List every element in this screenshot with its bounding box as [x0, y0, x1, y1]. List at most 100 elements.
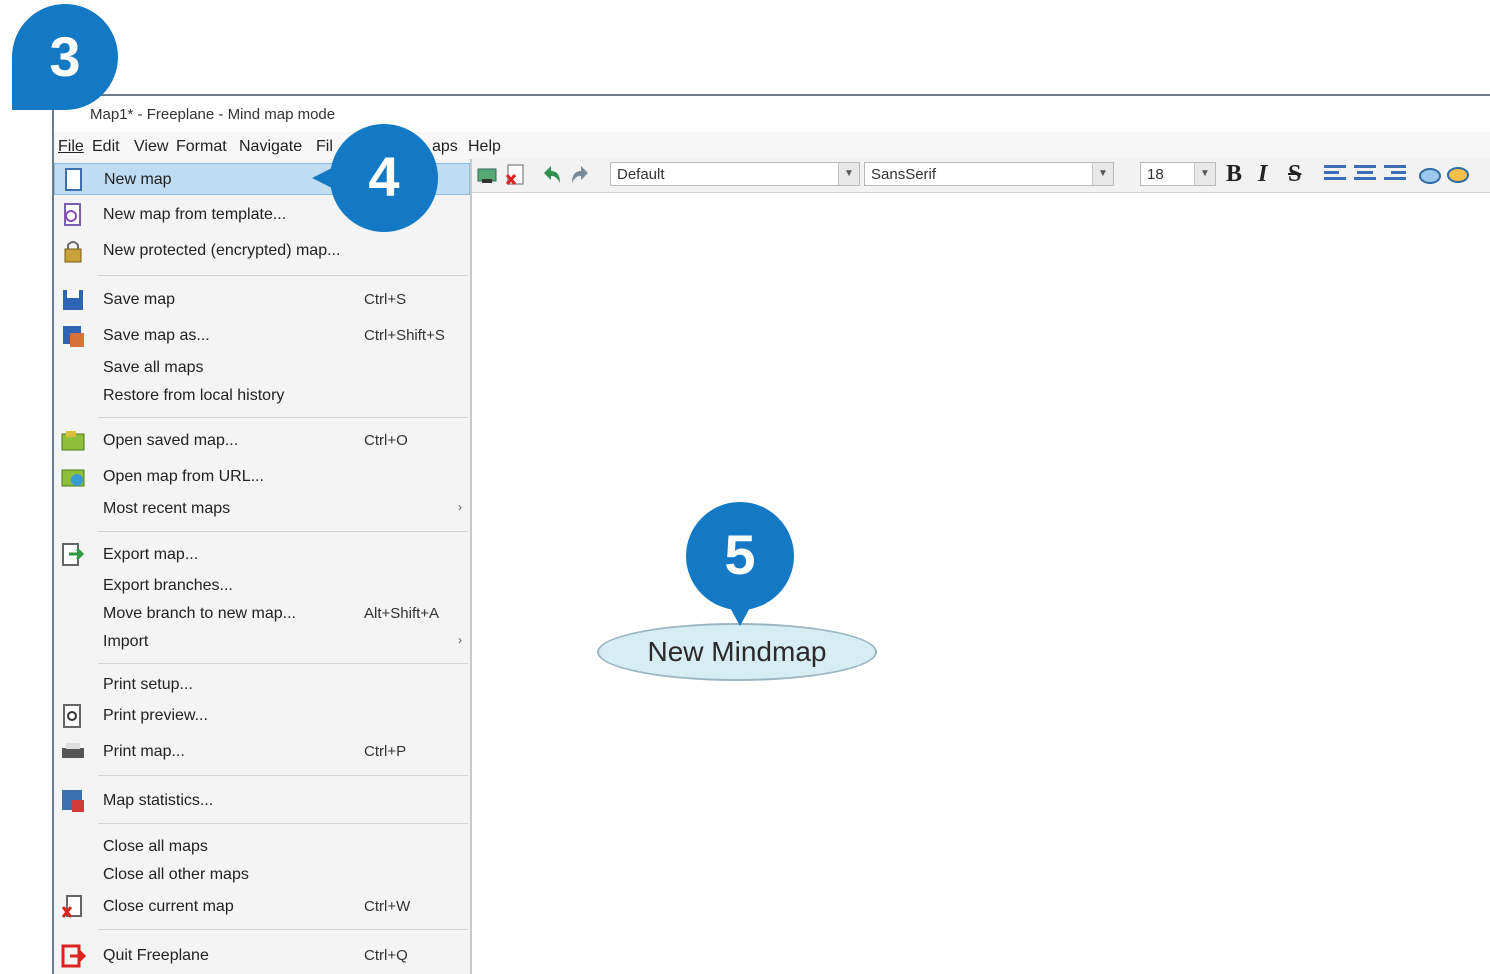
menu-item-label: Close all other maps	[103, 866, 249, 883]
menu-item-label: Print map...	[103, 743, 185, 760]
callout-pointer	[312, 166, 336, 190]
submenu-arrow-icon: ›	[458, 500, 462, 514]
menu-item-import[interactable]: Import ›	[54, 626, 470, 658]
menu-item-print-map[interactable]: Print map... Ctrl+P	[54, 736, 470, 768]
save-icon	[60, 287, 86, 313]
menu-format[interactable]: Format	[176, 138, 227, 156]
menu-item-label: New map from template...	[103, 206, 287, 223]
menu-item-shortcut: Ctrl+Shift+S	[364, 327, 445, 344]
menu-item-export-map[interactable]: Export map...	[54, 539, 470, 571]
font-size-combo[interactable]: 18 ▼	[1140, 162, 1216, 186]
menu-item-label: Move branch to new map...	[103, 605, 296, 622]
callout-number: 3	[49, 25, 81, 88]
menu-separator	[98, 775, 468, 776]
menu-item-print-preview[interactable]: Print preview...	[54, 700, 470, 732]
save-map-icon[interactable]	[476, 163, 500, 187]
menu-item-close-all-other-maps[interactable]: Close all other maps	[54, 859, 470, 891]
file-menu-dropdown: New map New map from template... New pro…	[54, 159, 472, 974]
title-bar: Map1* - Freeplane - Mind map mode	[54, 96, 1490, 132]
align-center-icon[interactable]	[1354, 165, 1376, 185]
menu-item-label: Restore from local history	[103, 387, 285, 404]
menu-item-open-map-from-url[interactable]: Open map from URL...	[54, 461, 470, 493]
open-url-icon	[60, 464, 86, 490]
menu-item-label: Quit Freeplane	[103, 947, 209, 964]
menu-item-label: Import	[103, 633, 149, 650]
menu-item-shortcut: Ctrl+O	[364, 432, 408, 449]
menu-maps[interactable]: aps	[432, 138, 458, 156]
menu-item-label: Close all maps	[103, 838, 208, 855]
menu-item-save-map[interactable]: Save map Ctrl+S	[54, 284, 470, 316]
menu-item-map-statistics[interactable]: Map statistics...	[54, 785, 470, 817]
close-map-icon[interactable]	[504, 163, 528, 187]
chevron-down-icon: ▼	[1194, 163, 1215, 185]
menu-item-quit-freeplane[interactable]: Quit Freeplane Ctrl+Q	[54, 940, 470, 972]
menu-item-shortcut: Ctrl+W	[364, 898, 411, 915]
toolbar: Default ▼ SansSerif ▼ 18 ▼ B I S	[472, 158, 1490, 193]
menu-item-label: Most recent maps	[103, 500, 231, 517]
printer-icon	[60, 739, 86, 765]
menu-item-label: Save map	[103, 291, 176, 308]
step-callout-3: 3	[12, 4, 118, 110]
menu-item-label: Map statistics...	[103, 792, 214, 809]
menu-item-label: Open saved map...	[103, 432, 239, 449]
lock-icon	[60, 238, 86, 264]
menu-separator	[98, 275, 468, 276]
strikethrough-button[interactable]: S	[1288, 161, 1301, 188]
menu-bar: File Edit View Format Navigate Fil aps H…	[54, 132, 1490, 161]
cloud-icon[interactable]	[1418, 163, 1442, 187]
save-as-icon	[60, 323, 86, 349]
menu-item-open-saved-map[interactable]: Open saved map... Ctrl+O	[54, 425, 470, 457]
close-map-icon	[60, 894, 86, 920]
statistics-icon	[60, 788, 86, 814]
export-icon	[60, 542, 86, 568]
menu-item-save-map-as[interactable]: Save map as... Ctrl+Shift+S	[54, 320, 470, 352]
menu-file[interactable]: File	[58, 138, 84, 156]
menu-item-close-current-map[interactable]: Close current map Ctrl+W	[54, 891, 470, 923]
redo-icon[interactable]	[568, 163, 592, 187]
font-size-value: 18	[1147, 166, 1164, 183]
menu-edit[interactable]: Edit	[92, 138, 120, 156]
menu-item-restore-local-history[interactable]: Restore from local history	[54, 380, 470, 412]
menu-item-new-protected-map[interactable]: New protected (encrypted) map...	[54, 235, 470, 267]
menu-filter[interactable]: Fil	[316, 138, 333, 156]
chevron-down-icon: ▼	[1092, 163, 1113, 185]
root-node[interactable]: New Mindmap	[597, 623, 877, 681]
menu-item-label: New protected (encrypted) map...	[103, 242, 341, 259]
align-right-icon[interactable]	[1384, 165, 1406, 185]
menu-navigate[interactable]: Navigate	[239, 138, 302, 156]
template-icon	[60, 202, 86, 228]
menu-item-shortcut: Alt+Shift+A	[364, 605, 440, 622]
menu-item-most-recent-maps[interactable]: Most recent maps ›	[54, 493, 470, 525]
menu-item-label: Close current map	[103, 898, 234, 915]
font-combo-value: SansSerif	[871, 166, 937, 183]
menu-view[interactable]: View	[134, 138, 168, 156]
undo-icon[interactable]	[540, 163, 564, 187]
print-preview-icon	[60, 703, 86, 729]
menu-separator	[98, 663, 468, 664]
menu-item-print-setup[interactable]: Print setup...	[54, 669, 470, 701]
bold-button[interactable]: B	[1226, 161, 1242, 188]
menu-help[interactable]: Help	[468, 138, 501, 156]
menu-item-shortcut: Ctrl+P	[364, 743, 407, 760]
menu-separator	[98, 823, 468, 824]
menu-item-label: Save all maps	[103, 359, 204, 376]
style-combo[interactable]: Default ▼	[610, 162, 860, 186]
menu-item-shortcut: Ctrl+S	[364, 291, 407, 308]
quit-icon	[60, 943, 87, 969]
menu-item-label: Save map as...	[103, 327, 210, 344]
menu-separator	[98, 531, 468, 532]
italic-button[interactable]: I	[1258, 161, 1267, 188]
step-callout-4: 4	[330, 124, 438, 232]
chevron-down-icon: ▼	[838, 163, 859, 185]
menu-item-shortcut: Ctrl+Q	[364, 947, 408, 964]
menu-item-label: Print setup...	[103, 676, 193, 693]
callout-number: 4	[368, 145, 400, 208]
align-left-icon[interactable]	[1324, 165, 1346, 185]
submenu-arrow-icon: ›	[458, 633, 462, 647]
menu-item-label: Export map...	[103, 546, 199, 563]
font-combo[interactable]: SansSerif ▼	[864, 162, 1114, 186]
step-callout-5: 5	[686, 502, 794, 610]
menu-item-label: Export branches...	[103, 577, 233, 594]
menu-item-label: Print preview...	[103, 707, 208, 724]
cloud-color-icon[interactable]	[1446, 163, 1470, 187]
